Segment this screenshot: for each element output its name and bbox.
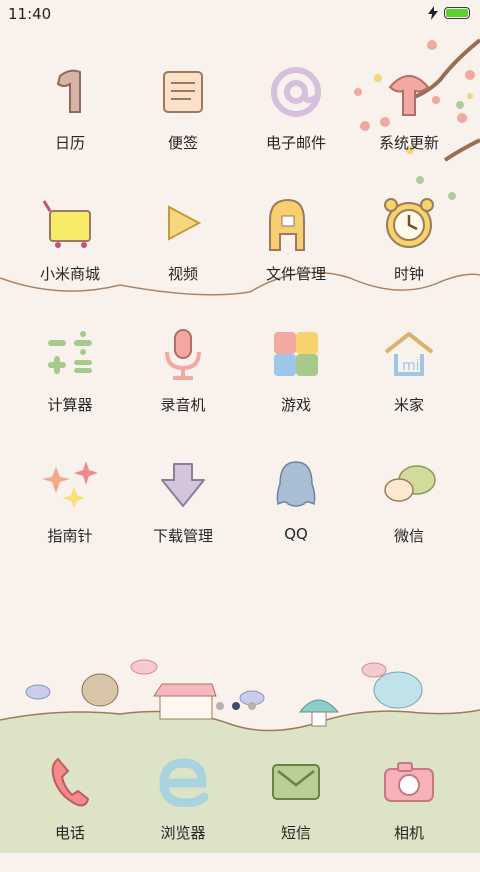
app-label: QQ [284, 525, 308, 543]
app-download[interactable]: 下载管理 [128, 455, 238, 575]
app-label: 电子邮件 [265, 134, 326, 152]
app-label: 浏览器 [160, 824, 206, 842]
page-dot[interactable] [216, 702, 224, 710]
app-label: 短信 [280, 824, 311, 842]
mijia-icon: mi [379, 324, 439, 384]
battery-icon [444, 7, 470, 19]
app-mi-store[interactable]: 小米商城 [15, 193, 125, 313]
app-file-manager[interactable]: 文件管理 [241, 193, 351, 313]
app-label: 视频 [167, 265, 198, 283]
compass-icon [40, 455, 100, 515]
app-clock[interactable]: 时钟 [354, 193, 464, 313]
app-notes[interactable]: 便签 [128, 62, 238, 182]
email-icon [266, 62, 326, 122]
app-label: 指南针 [47, 527, 93, 545]
notes-icon [153, 62, 213, 122]
status-bar: 11:40 [0, 0, 480, 28]
app-video[interactable]: 视频 [128, 193, 238, 313]
app-phone[interactable]: 电话 [15, 752, 125, 872]
svg-text:mi: mi [402, 358, 420, 374]
app-label: 电话 [54, 824, 85, 842]
app-messages[interactable]: 短信 [241, 752, 351, 872]
app-browser[interactable]: 浏览器 [128, 752, 238, 872]
app-update[interactable]: 系统更新 [354, 62, 464, 182]
recorder-icon [153, 324, 213, 384]
phone-icon [40, 752, 100, 812]
page-indicator [216, 702, 256, 710]
app-compass[interactable]: 指南针 [15, 455, 125, 575]
browser-icon [153, 752, 213, 812]
page-dot-active[interactable] [232, 702, 240, 710]
app-wechat[interactable]: 微信 [354, 455, 464, 575]
app-label: 便签 [167, 134, 198, 152]
app-label: 系统更新 [378, 134, 439, 152]
wechat-icon [379, 455, 439, 515]
app-label: 小米商城 [39, 265, 100, 283]
clock-icon [379, 193, 439, 253]
app-calendar[interactable]: 日历 [15, 62, 125, 182]
games-icon [266, 324, 326, 384]
page-dot[interactable] [248, 702, 256, 710]
download-icon [153, 455, 213, 515]
charging-icon [428, 6, 438, 20]
app-label: 文件管理 [265, 265, 326, 283]
messages-icon [266, 752, 326, 812]
app-games[interactable]: 游戏 [241, 324, 351, 444]
app-camera[interactable]: 相机 [354, 752, 464, 872]
video-icon [153, 193, 213, 253]
app-email[interactable]: 电子邮件 [241, 62, 351, 182]
calendar-icon [40, 62, 100, 122]
app-label: 时钟 [393, 265, 424, 283]
file-manager-icon [266, 193, 326, 253]
app-label: 米家 [393, 396, 424, 414]
status-time: 11:40 [8, 5, 52, 23]
app-qq[interactable]: QQ [241, 455, 351, 575]
app-calculator[interactable]: 计算器 [15, 324, 125, 444]
update-icon [379, 62, 439, 122]
qq-icon [266, 455, 326, 515]
app-mijia[interactable]: mi 米家 [354, 324, 464, 444]
app-label: 计算器 [47, 396, 93, 414]
app-label: 游戏 [280, 396, 311, 414]
battery-fill [446, 9, 468, 17]
camera-icon [379, 752, 439, 812]
app-label: 微信 [393, 527, 424, 545]
app-recorder[interactable]: 录音机 [128, 324, 238, 444]
app-label: 相机 [393, 824, 424, 842]
mi-store-icon [40, 193, 100, 253]
app-label: 录音机 [160, 396, 206, 414]
app-label: 下载管理 [152, 527, 213, 545]
calculator-icon [40, 324, 100, 384]
app-label: 日历 [54, 134, 85, 152]
